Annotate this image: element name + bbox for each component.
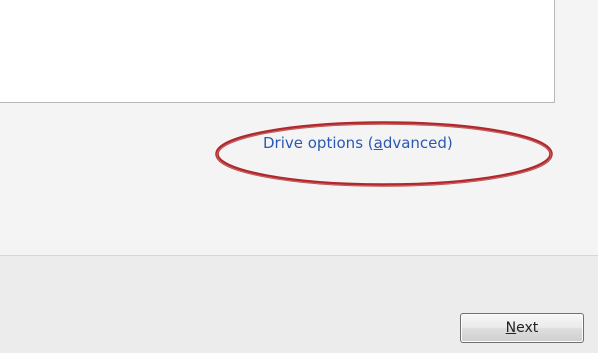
drive-options-advanced-link[interactable]: Drive options (advanced) xyxy=(263,134,453,152)
next-button-accel: N xyxy=(505,320,517,336)
drive-list-panel[interactable] xyxy=(0,0,555,103)
drive-options-link-prefix: Drive options ( xyxy=(263,134,374,152)
highlight-ellipse xyxy=(215,121,553,187)
next-button-label: ext xyxy=(516,320,539,336)
next-button[interactable]: Next xyxy=(460,313,584,343)
dialog-content: Drive options (advanced) xyxy=(0,0,598,255)
drive-options-link-suffix: dvanced) xyxy=(382,134,453,152)
drive-options-link-accel: a xyxy=(373,134,383,152)
